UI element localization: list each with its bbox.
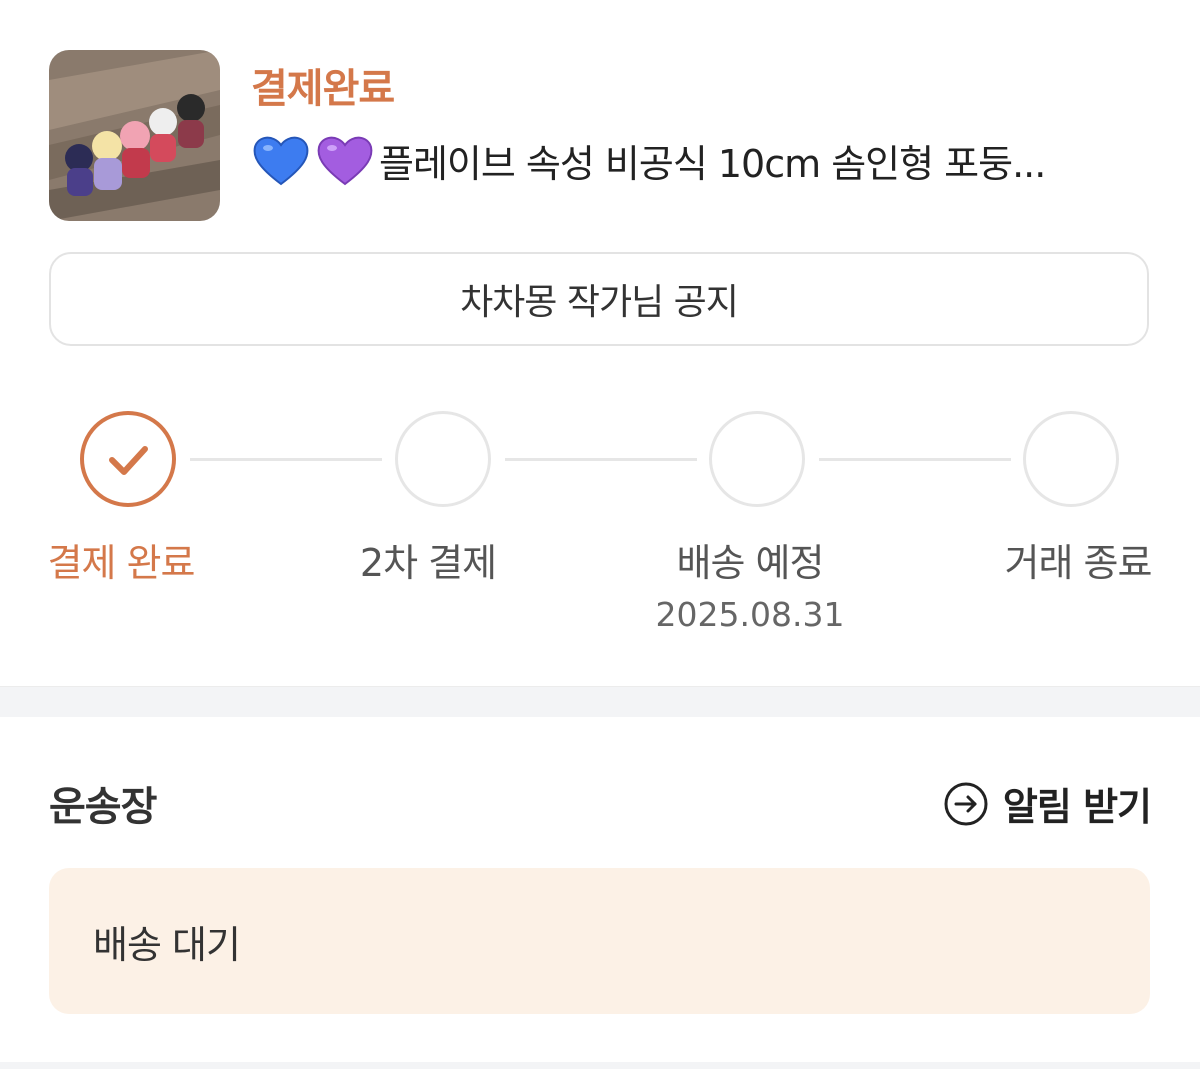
order-detail-page: 결제완료 플레이브 속성 비공식 10cm 솜인형 포둥... 차차몽 작가님 … <box>0 0 1200 1069</box>
step-connector <box>190 458 382 461</box>
step-3-date: 2025.08.31 <box>655 595 845 634</box>
step-1-label: 결제 완료 <box>47 541 196 585</box>
notify-button-label: 알림 받기 <box>1002 785 1152 829</box>
step-3-circle <box>709 411 805 507</box>
arrow-right-circle-icon <box>943 781 989 827</box>
section-divider <box>0 686 1200 717</box>
step-3-label: 배송 예정 <box>676 541 825 585</box>
seller-notice-button[interactable]: 차차몽 작가님 공지 <box>49 252 1149 346</box>
product-thumbnail[interactable] <box>49 50 220 221</box>
notify-button[interactable]: 알림 받기 <box>943 776 1152 831</box>
waybill-section-title: 운송장 <box>49 784 157 830</box>
step-connector <box>819 458 1011 461</box>
step-2-label: 2차 결제 <box>359 541 497 585</box>
step-1-check-icon <box>80 411 176 507</box>
step-2-circle <box>395 411 491 507</box>
blue-heart-icon <box>251 132 311 188</box>
product-title-text: 플레이브 속성 비공식 10cm 솜인형 포둥... <box>379 141 1046 186</box>
purple-heart-icon <box>315 132 375 188</box>
shipping-status-box: 배송 대기 <box>49 868 1150 1014</box>
step-4-label: 거래 종료 <box>1004 541 1153 585</box>
bottom-divider <box>0 1062 1200 1069</box>
shipping-status-text: 배송 대기 <box>93 922 241 967</box>
step-connector <box>505 458 697 461</box>
product-title[interactable]: 플레이브 속성 비공식 10cm 솜인형 포둥... <box>251 132 1151 188</box>
step-4-circle <box>1023 411 1119 507</box>
order-status: 결제완료 <box>251 66 395 112</box>
